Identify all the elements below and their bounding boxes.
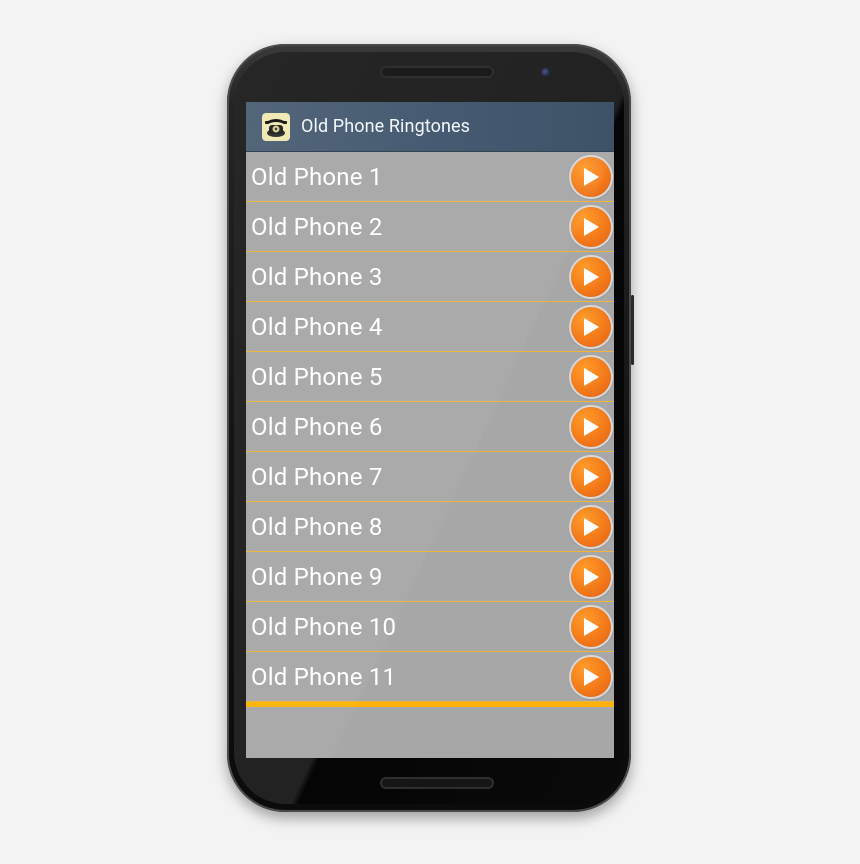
- ringtone-label: Old Phone 10: [251, 612, 397, 641]
- ringtone-list-item[interactable]: Old Phone 7: [246, 452, 614, 502]
- ringtone-list-item[interactable]: Old Phone 4: [246, 302, 614, 352]
- front-camera: [541, 68, 550, 77]
- ringtone-list-item[interactable]: Old Phone 10: [246, 602, 614, 652]
- ringtone-label: Old Phone 8: [251, 512, 383, 541]
- ringtone-list-item[interactable]: Old Phone 1: [246, 152, 614, 202]
- ringtone-label: Old Phone 1: [251, 162, 383, 191]
- play-icon: [584, 617, 599, 636]
- ringtone-label: Old Phone 4: [251, 312, 383, 341]
- ringtone-list-item[interactable]: Old Phone 2: [246, 202, 614, 252]
- ringtone-label: Old Phone 7: [251, 462, 383, 491]
- play-icon: [584, 567, 599, 586]
- play-button[interactable]: [571, 156, 611, 197]
- play-button[interactable]: [571, 206, 611, 247]
- ringtone-label: Old Phone 9: [251, 562, 383, 591]
- ringtone-list-item[interactable]: Old Phone 3: [246, 252, 614, 302]
- ringtone-label: Old Phone 5: [251, 362, 383, 391]
- ringtone-list-item[interactable]: Old Phone 6: [246, 402, 614, 452]
- play-icon: [584, 467, 599, 486]
- play-icon: [584, 417, 599, 436]
- play-button[interactable]: [571, 506, 611, 547]
- play-icon: [584, 317, 599, 336]
- play-button[interactable]: [571, 656, 611, 697]
- ringtone-label: Old Phone 11: [251, 662, 397, 691]
- play-icon: [584, 267, 599, 286]
- ringtone-label: Old Phone 2: [251, 212, 383, 241]
- play-button[interactable]: [571, 306, 611, 347]
- vintage-telephone-icon: [262, 112, 290, 141]
- action-bar: Old Phone Ringtones: [246, 102, 614, 152]
- app-title: Old Phone Ringtones: [301, 116, 471, 137]
- ringtone-label: Old Phone 6: [251, 412, 383, 441]
- side-button: [631, 295, 634, 365]
- play-icon: [584, 367, 599, 386]
- play-icon: [584, 517, 599, 536]
- bottom-speaker: [380, 777, 494, 789]
- play-button[interactable]: [571, 556, 611, 597]
- play-icon: [584, 667, 599, 686]
- play-button[interactable]: [571, 456, 611, 497]
- play-button[interactable]: [571, 356, 611, 397]
- list-end-divider: [246, 702, 614, 707]
- play-button[interactable]: [571, 256, 611, 297]
- ringtone-list-item[interactable]: Old Phone 9: [246, 552, 614, 602]
- ringtone-list-item[interactable]: Old Phone 5: [246, 352, 614, 402]
- play-icon: [584, 167, 599, 186]
- play-button[interactable]: [571, 606, 611, 647]
- ringtone-list: Old Phone 1 Old Phone 2 Old Phone 3 Old …: [246, 152, 614, 702]
- ringtone-list-item[interactable]: Old Phone 11: [246, 652, 614, 702]
- ringtone-label: Old Phone 3: [251, 262, 383, 291]
- play-icon: [584, 217, 599, 236]
- app-screen: Old Phone Ringtones Old Phone 1 Old Phon…: [246, 102, 614, 758]
- play-button[interactable]: [571, 406, 611, 447]
- ringtone-list-item[interactable]: Old Phone 8: [246, 502, 614, 552]
- earpiece-speaker: [380, 66, 494, 78]
